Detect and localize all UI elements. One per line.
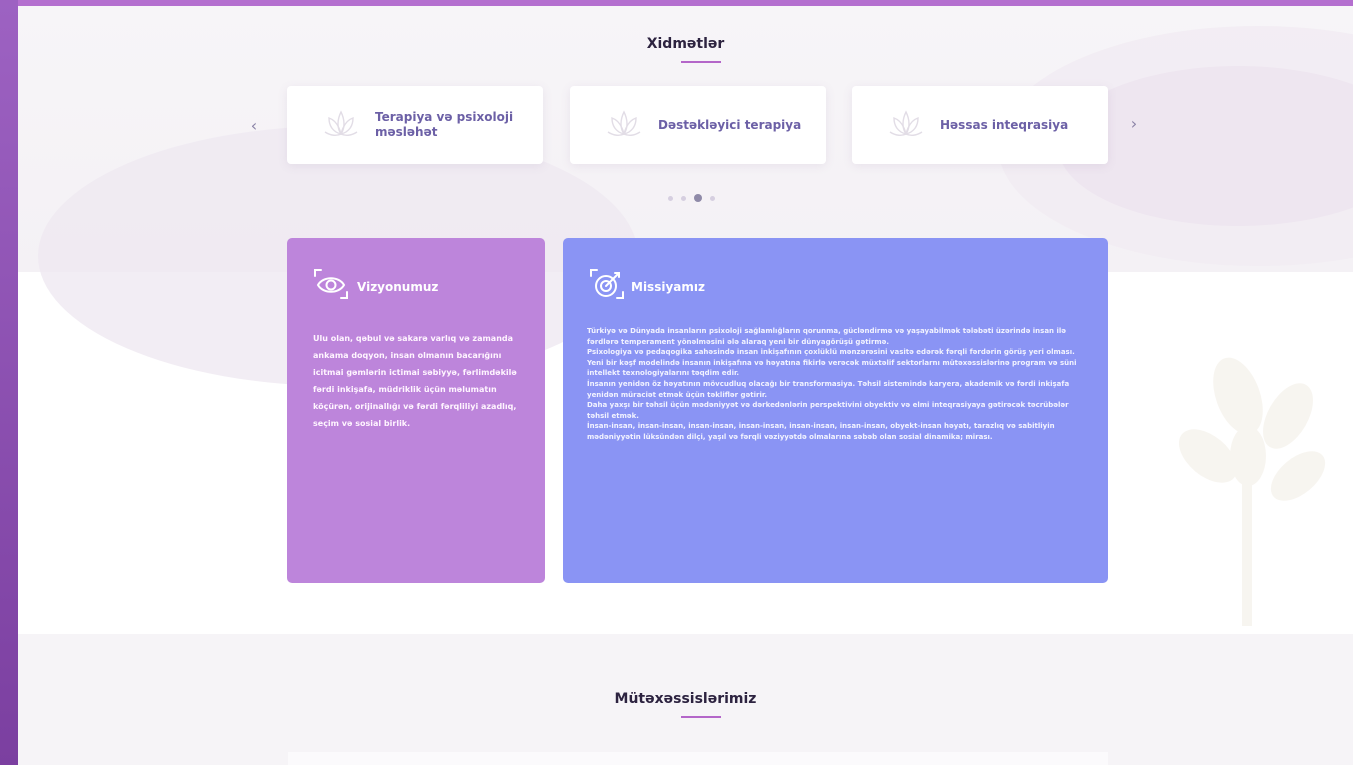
carousel-next-button[interactable]: ›	[1120, 111, 1148, 139]
carousel-prev-button[interactable]: ‹	[240, 113, 268, 141]
experts-cards-strip	[288, 752, 1108, 765]
service-card-supportive[interactable]: Dəstəkləyici terapiya	[570, 86, 826, 164]
mission-card: Missiyamız Türkiyə və Dünyada insanların…	[563, 238, 1108, 583]
lotus-icon	[324, 110, 358, 137]
mission-paragraph: Daha yaxşı bir təhsil üçün mədəniyyət və…	[587, 401, 1069, 420]
vision-card: Vizyonumuz Ulu olan, qəbul və sakarə var…	[287, 238, 545, 583]
service-label: Terapiya və psixoloji məsləhət	[375, 110, 514, 139]
experts-title: Mütəxəssislərimiz	[614, 691, 757, 707]
carousel-dot[interactable]	[668, 195, 673, 201]
tree-decoration	[1178, 357, 1326, 626]
carousel-dot[interactable]	[681, 195, 686, 201]
vision-title: Vizyonumuz	[357, 280, 439, 294]
mission-title: Missiyamız	[631, 280, 705, 294]
services-title-underline	[681, 61, 721, 63]
eye-icon	[314, 269, 348, 299]
target-icon	[590, 269, 624, 299]
lotus-icon	[889, 110, 923, 137]
service-card-sensory[interactable]: Həssas inteqrasiya	[852, 86, 1108, 164]
experts-title-underline	[681, 716, 721, 718]
mission-paragraph: İnsan-insan, insan-insan, insan-insan, i…	[587, 422, 1055, 441]
mission-text: Türkiyə və Dünyada insanların psixoloji …	[587, 326, 1087, 443]
carousel-dot-active[interactable]	[694, 194, 702, 202]
left-frame-bar	[0, 0, 18, 765]
services-title: Xidmətlər	[646, 36, 725, 52]
service-card-therapy[interactable]: Terapiya və psixoloji məsləhət	[287, 86, 543, 164]
mission-paragraph: Yeni bir kəşf modelində insanın inkişafı…	[587, 358, 1077, 378]
lotus-icon	[607, 110, 641, 137]
mission-paragraph: İnsanın yenidən öz həyatının mövcudluq o…	[587, 379, 1070, 399]
service-label: Həssas inteqrasiya	[940, 118, 1069, 132]
mission-paragraph: Türkiyə və Dünyada insanların psixoloji …	[587, 327, 1067, 346]
carousel-dots	[668, 194, 715, 202]
page: Xidmətlər ‹ › Terapiya və psixoloji məsl…	[18, 6, 1353, 765]
service-label: Dəstəkləyici terapiya	[658, 118, 802, 132]
mission-paragraph: Psixologiya və pedaqogika sahəsində insa…	[587, 348, 1075, 357]
carousel-dot[interactable]	[710, 195, 715, 201]
vision-text: Ulu olan, qəbul və sakarə varlıq və zama…	[313, 334, 517, 428]
